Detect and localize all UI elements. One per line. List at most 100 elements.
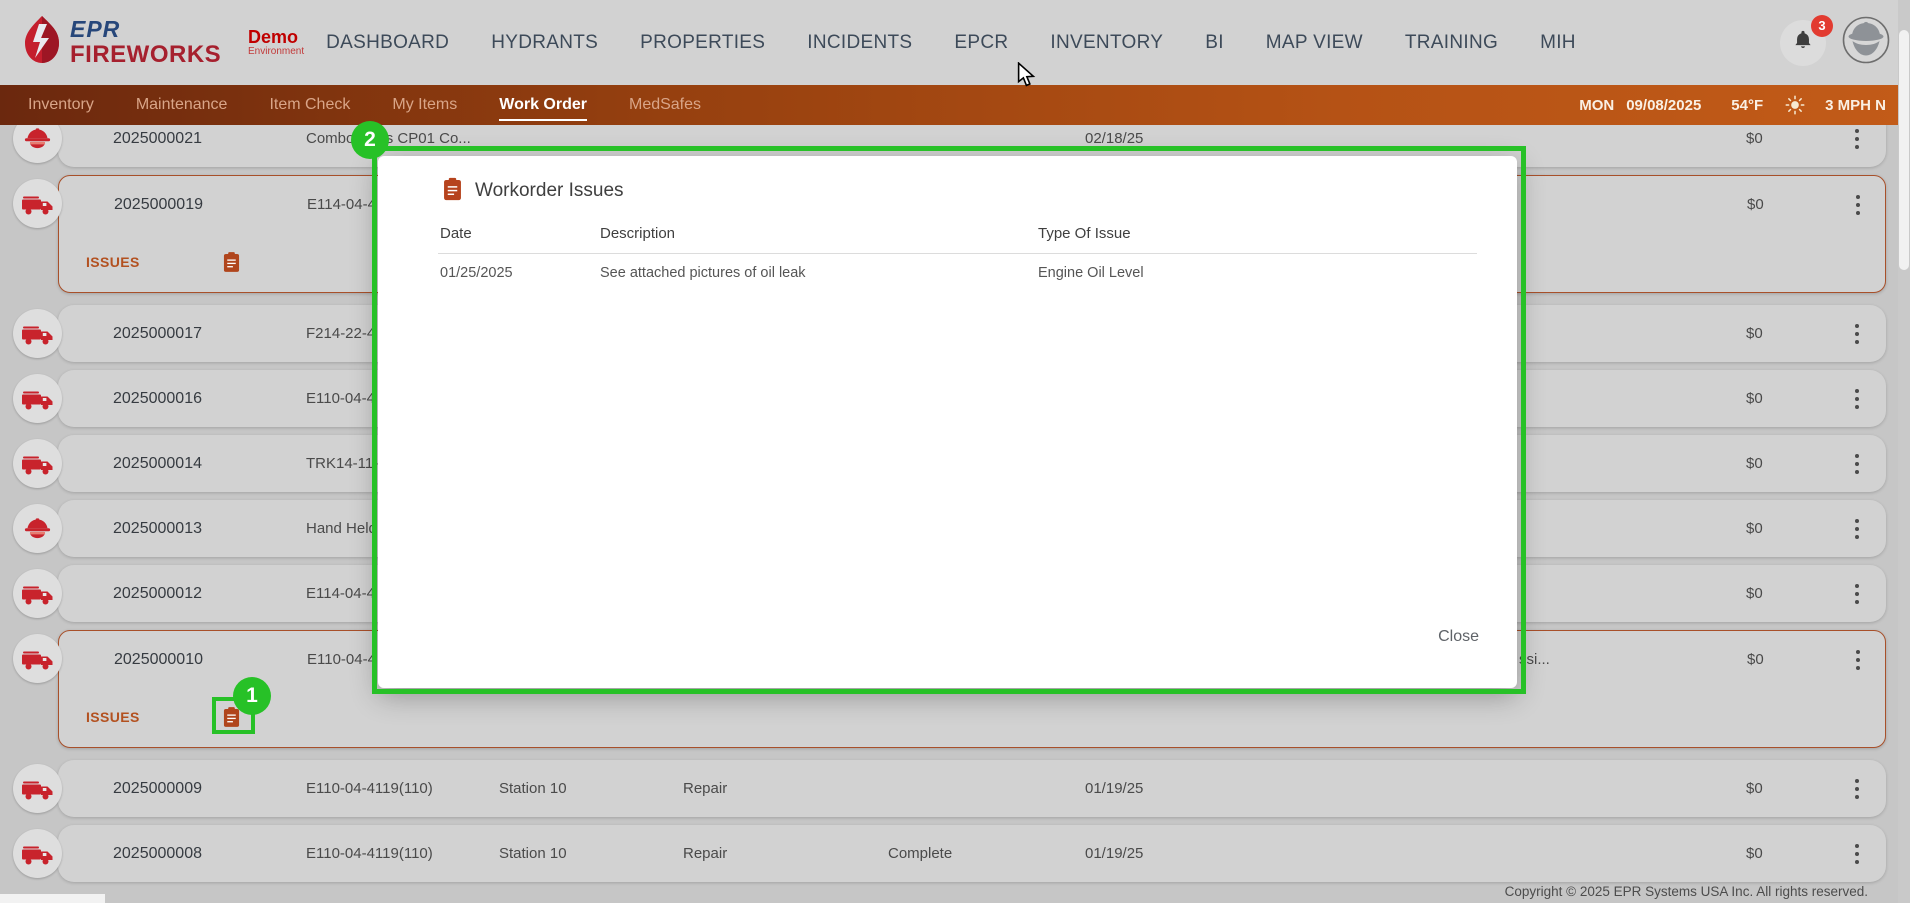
- horizontal-scrollbar[interactable]: [0, 894, 105, 903]
- cell-id: 2025000009: [113, 760, 202, 817]
- cell-station: Station 10: [499, 825, 567, 882]
- annotation-step-1-badge: 1: [233, 677, 271, 715]
- cell-amount: $0: [1746, 305, 1763, 362]
- fire-truck-icon: [13, 634, 62, 683]
- fire-helmet-icon: [13, 504, 62, 553]
- app-logo[interactable]: EPR FIREWORKS: [22, 16, 194, 69]
- issues-label: ISSUES: [86, 709, 140, 725]
- cell-id: 2025000019: [114, 176, 203, 233]
- top-nav-bar: EPR FIREWORKS Demo Environment DASHBOARD…: [0, 0, 1910, 85]
- sub-nav-items: Inventory Maintenance Item Check My Items Wo…: [0, 96, 701, 114]
- environment-badge-subtitle: Environment: [248, 47, 304, 58]
- row-menu-kebab-icon[interactable]: [1848, 578, 1866, 609]
- sub-nav-work-order[interactable]: Work Order: [499, 96, 587, 114]
- notifications-button[interactable]: 3: [1780, 20, 1826, 66]
- cell-type: Repair: [683, 760, 727, 817]
- weather-wind: 3 MPH N: [1825, 97, 1886, 114]
- fire-truck-icon: [13, 374, 62, 423]
- top-nav-inventory[interactable]: INVENTORY: [1050, 32, 1163, 54]
- sub-nav-medsafes[interactable]: MedSafes: [629, 96, 701, 114]
- copyright-text: Copyright © 2025 EPR Systems USA Inc. Al…: [1505, 884, 1868, 899]
- cell-station: Station 10: [499, 760, 567, 817]
- workorder-row: 2025000008E110-04-4119(110)Station 10Rep…: [0, 825, 1910, 882]
- logo-text-fireworks: FIREWORKS: [70, 43, 221, 67]
- row-menu-kebab-icon[interactable]: [1848, 123, 1866, 154]
- sub-nav-item-check[interactable]: Item Check: [269, 96, 350, 114]
- workorder-row: 2025000009 E110-04-4119(110) Station 10 Rep…: [0, 760, 1910, 817]
- fire-truck-icon: [13, 179, 62, 228]
- row-menu-kebab-icon[interactable]: [1849, 644, 1867, 675]
- annotation-box-modal: [372, 146, 1526, 694]
- cell-id: 2025000008: [113, 825, 202, 882]
- issues-label: ISSUES: [86, 254, 140, 270]
- logo-text-epr: EPR: [70, 18, 221, 41]
- cell-amount: $0: [1746, 500, 1763, 557]
- weather-strip: MON 09/08/2025 54°F 3 MPH N: [1579, 95, 1910, 115]
- cell-desc: E110-04-4: [306, 370, 375, 427]
- top-nav-training[interactable]: TRAINING: [1405, 32, 1498, 54]
- cell-id: 2025000016: [113, 370, 202, 427]
- fire-truck-icon: [13, 439, 62, 488]
- sub-nav-maintenance[interactable]: Maintenance: [136, 96, 228, 114]
- environment-badge: Demo Environment: [248, 28, 304, 57]
- cell-amount: $0: [1747, 176, 1764, 233]
- weather-date: 09/08/2025: [1626, 97, 1701, 114]
- clipboard-issues-icon[interactable]: [223, 252, 240, 273]
- row-menu-kebab-icon[interactable]: [1848, 838, 1866, 869]
- sub-nav-inventory[interactable]: Inventory: [28, 96, 94, 114]
- bell-icon: [1792, 28, 1814, 57]
- cell-status: Complete: [888, 825, 952, 882]
- cell-date: 01/19/25: [1085, 825, 1143, 882]
- cell-desc: TRK14-11-: [306, 435, 378, 492]
- cell-amount: $0: [1746, 565, 1763, 622]
- fire-truck-icon: [13, 829, 62, 878]
- sub-nav-my-items[interactable]: My Items: [392, 96, 457, 114]
- row-menu-kebab-icon[interactable]: [1848, 773, 1866, 804]
- main-nav: DASHBOARD HYDRANTS PROPERTIES INCIDENTS EPCR…: [326, 32, 1576, 54]
- row-menu-kebab-icon[interactable]: [1848, 513, 1866, 544]
- cell-amount: $0: [1746, 370, 1763, 427]
- row-menu-kebab-icon[interactable]: [1848, 383, 1866, 414]
- vertical-scrollbar-thumb[interactable]: [1899, 30, 1909, 270]
- environment-badge-title: Demo: [248, 28, 304, 47]
- cell-amount: $0: [1747, 631, 1764, 688]
- top-nav-properties[interactable]: PROPERTIES: [640, 32, 765, 54]
- weather-day: MON: [1579, 97, 1614, 114]
- top-nav-hydrants[interactable]: HYDRANTS: [491, 32, 598, 54]
- cell-desc: F214-22-4: [306, 305, 375, 362]
- cell-desc: E110-04-4: [307, 631, 376, 688]
- row-menu-kebab-icon[interactable]: [1849, 189, 1867, 220]
- sub-nav-bar: Inventory Maintenance Item Check My Items Wo…: [0, 85, 1910, 125]
- cell-id: 2025000010: [114, 631, 203, 688]
- top-nav-mih[interactable]: MIH: [1540, 32, 1576, 54]
- fire-truck-icon: [13, 764, 62, 813]
- cell-desc: Hand Held: [306, 500, 377, 557]
- top-nav-dashboard[interactable]: DASHBOARD: [326, 32, 449, 54]
- row-menu-kebab-icon[interactable]: [1848, 448, 1866, 479]
- workorder-card[interactable]: 2025000009 E110-04-4119(110) Station 10 Rep…: [58, 760, 1886, 817]
- cell-id: 2025000013: [113, 500, 202, 557]
- vertical-scrollbar[interactable]: [1898, 0, 1910, 903]
- weather-temp: 54°F: [1731, 97, 1763, 114]
- cell-desc: E110-04-4119(110): [306, 825, 433, 882]
- sun-icon: [1785, 95, 1805, 115]
- cell-date: 01/19/25: [1085, 760, 1143, 817]
- top-nav-map-view[interactable]: MAP VIEW: [1266, 32, 1363, 54]
- cell-amount: $0: [1746, 825, 1763, 882]
- fire-truck-icon: [13, 569, 62, 618]
- cell-amount: $0: [1746, 760, 1763, 817]
- top-nav-epcr[interactable]: EPCR: [954, 32, 1008, 54]
- cell-desc: E110-04-4119(110): [306, 760, 433, 817]
- cell-amount: $0: [1746, 435, 1763, 492]
- user-avatar[interactable]: [1842, 16, 1890, 69]
- cell-id: 2025000012: [113, 565, 202, 622]
- top-nav-incidents[interactable]: INCIDENTS: [807, 32, 912, 54]
- fire-truck-icon: [13, 309, 62, 358]
- mouse-cursor: [1016, 62, 1038, 93]
- notifications-count-badge: 3: [1811, 15, 1833, 37]
- cell-desc: E114-04-4: [307, 176, 376, 233]
- row-menu-kebab-icon[interactable]: [1848, 318, 1866, 349]
- cell-id: 2025000017: [113, 305, 202, 362]
- top-nav-bi[interactable]: BI: [1205, 32, 1224, 54]
- workorder-card[interactable]: 2025000008E110-04-4119(110)Station 10Rep…: [58, 825, 1886, 882]
